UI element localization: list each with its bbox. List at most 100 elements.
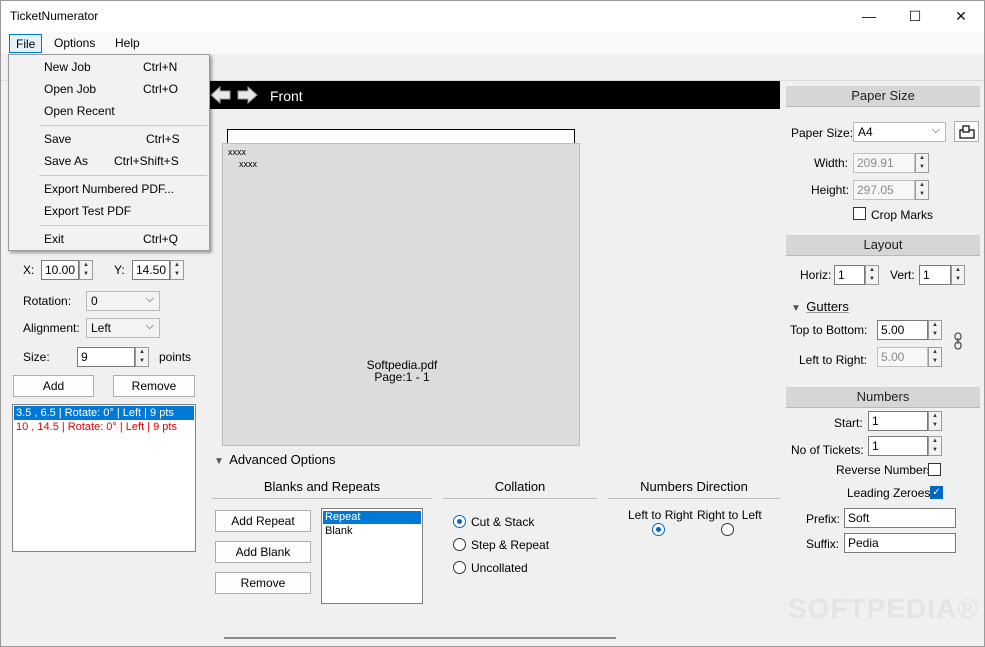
- gutters-toggle[interactable]: ▼ Gutters: [791, 299, 849, 314]
- tickets-label: No of Tickets:: [791, 443, 864, 457]
- x-field[interactable]: 10.00: [41, 260, 79, 280]
- menu-save-as[interactable]: Save As Ctrl+Shift+S: [10, 150, 208, 172]
- menu-export-numbered-pdf[interactable]: Export Numbered PDF...: [10, 178, 208, 200]
- menu-open-job[interactable]: Open Job Ctrl+O: [10, 78, 208, 100]
- horiz-spinner[interactable]: ▲ ▼: [865, 265, 879, 285]
- start-spinner[interactable]: ▲ ▼: [928, 411, 942, 431]
- advanced-options-title: Advanced Options: [229, 452, 336, 467]
- y-spinner[interactable]: ▲ ▼: [170, 260, 184, 280]
- menu-export-test-pdf[interactable]: Export Test PDF: [10, 200, 208, 222]
- menu-file[interactable]: File: [9, 34, 43, 53]
- rotation-select[interactable]: 0 ⌵: [86, 291, 160, 311]
- chain-link-icon[interactable]: [953, 332, 963, 350]
- width-spinner[interactable]: ▲ ▼: [915, 153, 929, 173]
- blanks-repeats-list[interactable]: Repeat Blank: [321, 508, 423, 604]
- navigation-arrows-icon[interactable]: [210, 85, 258, 105]
- reverse-numbers-label: Reverse Numbers: [836, 463, 933, 477]
- alignment-label: Alignment:: [23, 321, 80, 335]
- horiz-label: Horiz:: [800, 268, 832, 282]
- collation-step-repeat-label: Step & Repeat: [471, 538, 550, 552]
- gutters-label: Gutters: [806, 299, 849, 314]
- height-label: Height:: [811, 183, 850, 197]
- minimize-button[interactable]: —: [846, 1, 892, 32]
- right-to-left-radio[interactable]: [721, 523, 734, 536]
- paper-size-label: Paper Size:: [791, 126, 854, 140]
- collation-cut-stack-radio[interactable]: [453, 515, 466, 528]
- list-item[interactable]: Repeat: [323, 511, 421, 524]
- leading-zeroes-label: Leading Zeroes: [847, 486, 931, 500]
- height-spinner[interactable]: ▲ ▼: [915, 180, 929, 200]
- window-title: TicketNumerator: [10, 9, 99, 23]
- width-field[interactable]: 209.91: [853, 153, 915, 173]
- alignment-value: Left: [91, 321, 112, 335]
- list-item[interactable]: 3.5 , 6.5 | Rotate: 0° | Left | 9 pts: [14, 406, 194, 420]
- orientation-button[interactable]: [954, 121, 979, 142]
- ticket-page: xxxx xxxx Softpedia.pdf Page:1 - 1: [222, 143, 580, 446]
- y-field[interactable]: 14.50: [132, 260, 170, 280]
- scrollbar-thumb[interactable]: [224, 637, 616, 639]
- menu-export-test-label: Export Test PDF: [44, 204, 132, 218]
- prefix-field[interactable]: Soft: [844, 508, 956, 528]
- remove-button[interactable]: Remove: [113, 375, 195, 397]
- size-field[interactable]: 9: [77, 347, 135, 367]
- preview-side-label: Front: [270, 88, 303, 104]
- size-spinner[interactable]: ▲ ▼: [135, 347, 149, 367]
- width-label: Width:: [814, 156, 849, 170]
- chevron-down-icon: ⌵: [931, 124, 940, 136]
- preview-area: xxxx xxxx Softpedia.pdf Page:1 - 1: [208, 109, 780, 446]
- suffix-label: Suffix:: [806, 537, 840, 551]
- collapse-arrow-icon: ▼: [791, 303, 801, 314]
- collation-cut-stack-label: Cut & Stack: [471, 515, 535, 529]
- leading-zeroes-checkbox[interactable]: ✓: [930, 486, 943, 499]
- right-to-left-label: Right to Left: [697, 508, 762, 522]
- menu-open-job-shortcut: Ctrl+O: [143, 82, 179, 96]
- paper-size-select[interactable]: A4 ⌵: [853, 122, 946, 142]
- height-field[interactable]: 297.05: [853, 180, 915, 200]
- close-button[interactable]: ✕: [938, 1, 984, 32]
- list-item[interactable]: Blank: [323, 525, 421, 538]
- crop-marks-checkbox[interactable]: [853, 207, 866, 220]
- start-field[interactable]: 1: [868, 411, 928, 431]
- horiz-field[interactable]: 1: [834, 265, 865, 285]
- collation-uncollated-radio[interactable]: [453, 561, 466, 574]
- x-spinner[interactable]: ▲ ▼: [79, 260, 93, 280]
- left-to-right-gutter-field[interactable]: 5.00: [877, 347, 928, 367]
- left-to-right-gutter-label: Left to Right:: [799, 353, 868, 367]
- remove-blank-button[interactable]: Remove: [215, 572, 311, 594]
- vert-field[interactable]: 1: [919, 265, 951, 285]
- menu-new-job[interactable]: New Job Ctrl+N: [10, 56, 208, 78]
- menu-save-as-label: Save As: [44, 154, 89, 168]
- maximize-button[interactable]: ☐: [892, 1, 938, 32]
- paper-size-header: Paper Size: [786, 86, 980, 107]
- reverse-numbers-checkbox[interactable]: [928, 463, 941, 476]
- menu-exit[interactable]: Exit Ctrl+Q: [10, 228, 208, 250]
- menu-save[interactable]: Save Ctrl+S: [10, 128, 208, 150]
- prefix-label: Prefix:: [806, 512, 841, 526]
- vert-spinner[interactable]: ▲ ▼: [951, 265, 965, 285]
- add-repeat-button[interactable]: Add Repeat: [215, 510, 311, 532]
- top-to-bottom-spinner[interactable]: ▲ ▼: [928, 320, 942, 340]
- add-blank-button[interactable]: Add Blank: [215, 541, 311, 563]
- left-to-right-radio[interactable]: [652, 523, 665, 536]
- vert-label: Vert:: [890, 268, 915, 282]
- menu-options[interactable]: Options: [48, 34, 101, 53]
- collapse-arrow-icon: ▼: [214, 456, 224, 467]
- horizontal-scrollbar[interactable]: [208, 629, 780, 643]
- suffix-field[interactable]: Pedia: [844, 533, 956, 553]
- list-item[interactable]: 10 , 14.5 | Rotate: 0° | Left | 9 pts: [14, 420, 194, 434]
- alignment-select[interactable]: Left ⌵: [86, 318, 160, 338]
- menu-exit-label: Exit: [44, 232, 65, 246]
- preview-header: Front: [208, 81, 780, 109]
- tickets-field[interactable]: 1: [868, 436, 928, 456]
- advanced-options-toggle[interactable]: ▼ Advanced Options: [214, 452, 335, 467]
- menu-help[interactable]: Help: [109, 34, 146, 53]
- collation-step-repeat-radio[interactable]: [453, 538, 466, 551]
- number-positions-list[interactable]: 3.5 , 6.5 | Rotate: 0° | Left | 9 pts 10…: [12, 404, 196, 552]
- top-to-bottom-field[interactable]: 5.00: [877, 320, 928, 340]
- add-button[interactable]: Add: [13, 375, 94, 397]
- rotation-value: 0: [91, 294, 98, 308]
- left-to-right-gutter-spinner[interactable]: ▲ ▼: [928, 347, 942, 367]
- tickets-spinner[interactable]: ▲ ▼: [928, 436, 942, 456]
- menu-open-recent[interactable]: Open Recent: [10, 100, 208, 122]
- numbers-direction-header: Numbers Direction: [608, 479, 780, 499]
